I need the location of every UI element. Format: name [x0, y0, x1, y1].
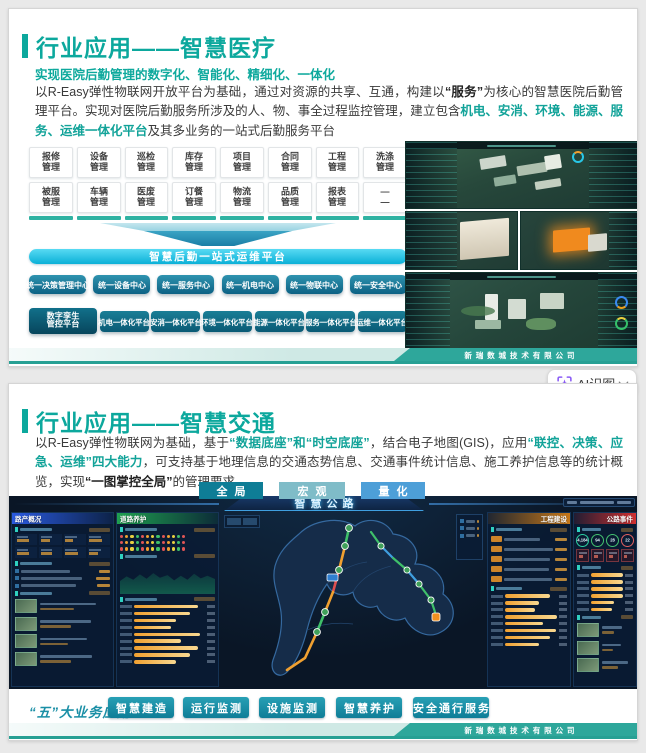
platform-bar: 智慧后勤一站式运维平台 [29, 249, 407, 264]
hospital-screenshot-campus [405, 272, 637, 349]
company-name: 新瑞数城技术有限公司 [463, 351, 578, 361]
module-grid-row2: 被服 管理 车辆 管理 医废 管理 订餐 管理 物流 管理 品质 管理 报表 管… [29, 182, 407, 213]
slide-title-block: 行业应用——智慧交通 [22, 404, 276, 438]
slide-smart-healthcare: 行业应用——智慧医疗 实现医院后勤管理的数字化、智能化、精细化、一体化 以R-E… [8, 8, 638, 367]
road-asset-stats [15, 534, 110, 558]
header-decor-left [14, 503, 219, 505]
platform-pill: 服务一体化平台 [305, 310, 357, 332]
platform-pill: 数字孪生 管控平台 [29, 308, 97, 334]
panel-title: 公路事件 [606, 516, 633, 524]
construction-progress-bars [488, 594, 570, 647]
platform-pills-row: 数字孪生 管控平台 机电一体化平台 安消一体化平台 环境一体化平台 能源一体化平… [29, 308, 408, 334]
business-button-safety: 安全通行服务 [413, 697, 489, 718]
hospital-screenshot-aerial [405, 141, 637, 209]
panel-title: 工程建设 [540, 516, 567, 524]
center-pill: 统一服务中心 [157, 275, 215, 294]
stat-circle: 4,184 [576, 534, 589, 547]
road-camera-events [12, 599, 113, 666]
panel-events: 公路事件 4,184 94 28 22 [573, 512, 637, 687]
maintenance-bars [117, 604, 218, 664]
platform-pill: 运维一体化平台 [357, 310, 408, 332]
center-pill: 统一机电中心 [221, 275, 279, 294]
road-asset-list [12, 569, 113, 588]
panel-title: 路产概况 [15, 516, 42, 524]
hospital-architecture-diagram: 报修 管理 设备 管理 巡检 管理 库存 管理 项目 管理 合同 管理 工程 管… [26, 147, 408, 334]
footer-line [9, 736, 637, 739]
module-cell: 物流 管理 [220, 182, 264, 213]
center-pill: 统一设备中心 [93, 275, 151, 294]
company-ribbon: 新瑞数城技术有限公司 [394, 348, 637, 361]
dashboard-clock [563, 498, 635, 507]
module-cell: 合同 管理 [267, 147, 312, 178]
event-stat-circles: 4,184 94 28 22 [575, 534, 635, 547]
module-cell: 巡检 管理 [124, 147, 169, 178]
panel-title: 道路养护 [120, 516, 147, 524]
platform-pill: 机电一体化平台 [98, 310, 150, 332]
company-ribbon: 新瑞数城技术有限公司 [394, 723, 637, 736]
maintenance-trend-chart [120, 573, 215, 594]
slide-title: 行业应用——智慧交通 [36, 410, 276, 436]
slide-smart-transport: 行业应用——智慧交通 以R-Easy弹性物联网为基础，基于“数据底座”和“时空底… [8, 383, 638, 741]
module-grid-row1: 报修 管理 设备 管理 巡检 管理 库存 管理 项目 管理 合同 管理 工程 管… [29, 147, 407, 178]
company-name: 新瑞数城技术有限公司 [463, 726, 578, 736]
platform-pill: 环境一体化平台 [202, 310, 253, 332]
traffic-dashboard: 智慧公路 路产概况 道路养护 工程建设 公路事件 4,184 94 28 22 [9, 496, 637, 689]
view-button-quantify: 量化 [361, 482, 425, 499]
funnel-shape-inner [144, 231, 292, 246]
module-cell: 医废 管理 [124, 182, 169, 213]
map-layer-chip [224, 515, 260, 528]
stat-circle: 28 [606, 534, 619, 547]
title-accent-bar [22, 34, 28, 58]
module-cell: — — [363, 182, 407, 213]
slide-title-block: 行业应用——智慧医疗 [22, 29, 276, 63]
unified-centers-row: 统一决策管理中心 统一设备中心 统一服务中心 统一机电中心 统一物联中心 统一安… [26, 275, 407, 294]
module-cell: 订餐 管理 [172, 182, 216, 213]
module-cell: 设备 管理 [76, 147, 121, 178]
panel-construction: 工程建设 [487, 512, 571, 687]
module-cell: 被服 管理 [29, 182, 73, 213]
body-paragraph: 以R-Easy弹性物联网开放平台为基础，通过对资源的共享、互通，构建以“服务”为… [35, 85, 623, 138]
road-condition-rows [117, 535, 218, 551]
module-cell: 品质 管理 [267, 182, 312, 213]
center-pill: 统一物联中心 [285, 275, 343, 294]
module-cell: 库存 管理 [172, 147, 216, 178]
center-pill: 统一决策管理中心 [26, 275, 90, 294]
title-accent-bar [22, 409, 28, 433]
business-button-facility: 设施监测 [259, 697, 325, 718]
funnel-shape-outer [100, 223, 336, 232]
module-cell: 报表 管理 [315, 182, 360, 213]
view-button-macro: 宏观 [279, 482, 345, 499]
module-cell: 工程 管理 [315, 147, 360, 178]
module-cell: 报修 管理 [29, 147, 73, 178]
region-map [271, 519, 454, 676]
document-viewer-page: { "viewer": { "ai_button": { "label": "A… [0, 0, 646, 753]
slide-subtitle: 实现医院后勤管理的数字化、智能化、精细化、一体化 [35, 68, 336, 82]
hospital-screenshot-alert-building [520, 211, 637, 270]
view-button-global: 全局 [199, 482, 263, 499]
panel-maintenance: 道路养护 [116, 512, 219, 687]
module-cell: 车辆 管理 [76, 182, 121, 213]
platform-pill: 能源一体化平台 [253, 310, 305, 332]
module-underlines [29, 216, 407, 220]
module-cell: 洗涤 管理 [363, 147, 407, 178]
hospital-screenshot-building [405, 211, 518, 270]
stat-circle: 22 [621, 534, 634, 547]
panel-road-assets: 路产概况 [11, 512, 114, 687]
hospital-dashboard-screenshots [405, 141, 637, 349]
slide-title: 行业应用——智慧医疗 [36, 35, 276, 61]
event-analysis-bars [574, 573, 636, 612]
module-cell: 项目 管理 [220, 147, 264, 178]
event-stat-boxes [576, 549, 634, 562]
stat-circle: 94 [591, 534, 604, 547]
traffic-map [221, 512, 485, 687]
event-photo-list [574, 623, 636, 673]
center-pill: 统一安全中心 [349, 275, 407, 294]
business-button-maintenance: 智慧养护 [336, 697, 402, 718]
footer-line [9, 361, 637, 364]
construction-project-list [488, 536, 570, 582]
map-layer-control [456, 514, 483, 560]
business-button-operation: 运行监测 [183, 697, 249, 718]
platform-pill: 安消一体化平台 [150, 310, 202, 332]
business-button-construction: 智慧建造 [108, 697, 174, 718]
